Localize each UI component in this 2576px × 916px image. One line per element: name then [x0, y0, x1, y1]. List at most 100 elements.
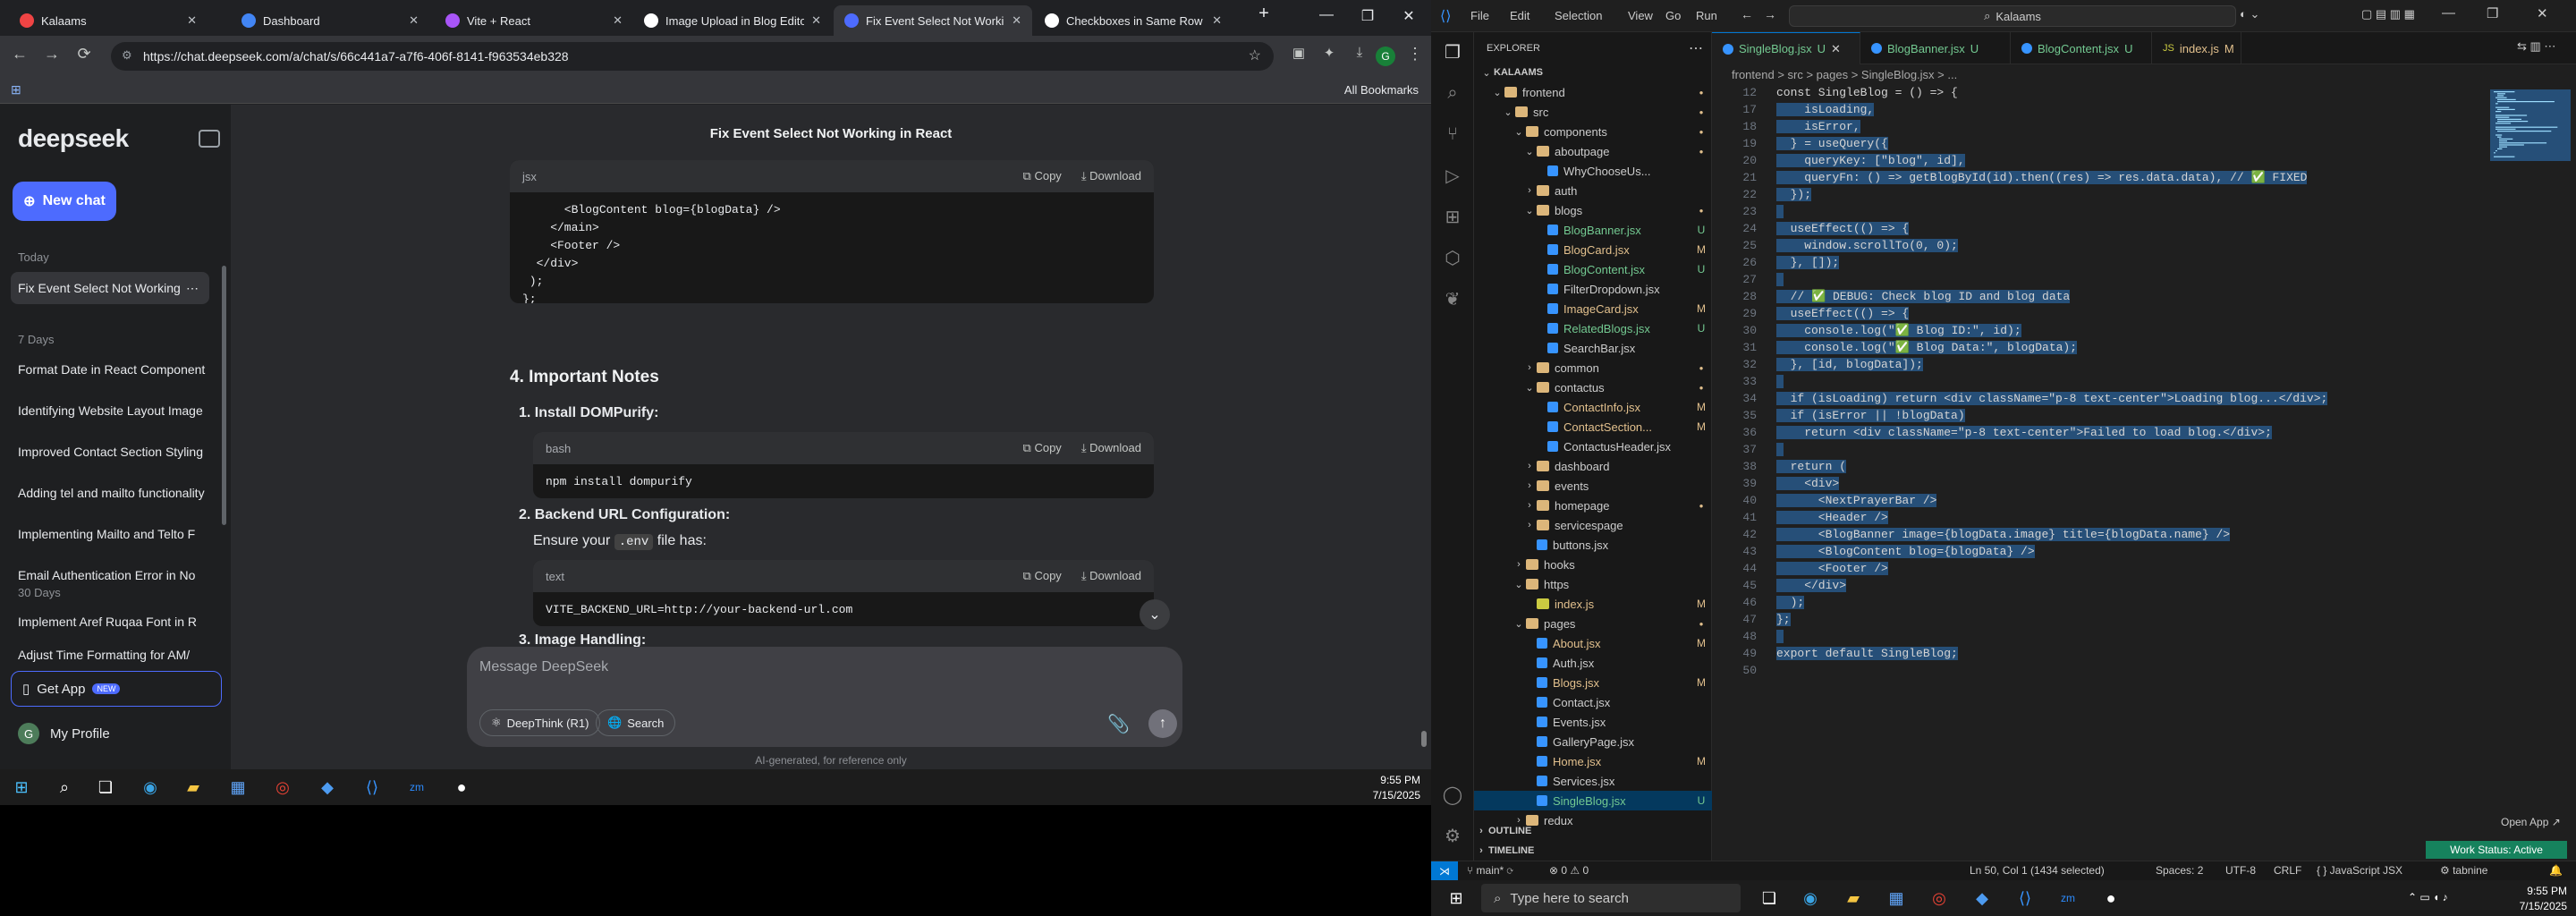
tree-file[interactable]: SearchBar.jsx — [1474, 338, 1712, 358]
chrome-menu-icon[interactable]: ⋮ — [1402, 45, 1428, 64]
source-control-icon[interactable]: ⑂ — [1442, 123, 1463, 145]
address-bar[interactable]: ⚙ https://chat.deepseek.com/a/chat/s/66c… — [111, 42, 1274, 71]
tree-file[interactable]: WhyChooseUs... — [1474, 161, 1712, 181]
forward-icon[interactable]: → — [39, 45, 64, 64]
back-icon[interactable]: ← — [7, 45, 32, 64]
browser-tab[interactable]: Kalaams ✕ — [9, 5, 208, 36]
open-app-link[interactable]: Open App ↗ — [2501, 816, 2561, 828]
menu-item[interactable]: Edit — [1510, 9, 1530, 22]
store-icon[interactable]: ▦ — [225, 775, 250, 800]
tree-folder[interactable]: › dashboard — [1474, 456, 1712, 476]
maximize-icon[interactable]: ❐ — [2487, 5, 2498, 21]
windows-start-icon[interactable]: ⊞ — [1444, 886, 1469, 911]
site-info-icon[interactable]: ⚙ — [122, 48, 132, 63]
download-button[interactable]: ⤓ Download — [1081, 169, 1141, 183]
sidebar-scrollbar[interactable] — [222, 266, 226, 525]
remote-explorer-icon[interactable]: ⬡ — [1442, 247, 1463, 268]
vscode-taskbar-icon[interactable]: ⟨⟩ — [2012, 886, 2038, 911]
app-icon[interactable]: ◆ — [1970, 886, 1995, 911]
history-item[interactable]: Format Date in React Component — [11, 353, 209, 386]
chrome-taskbar-icon[interactable]: ◎ — [270, 775, 295, 800]
back-icon[interactable]: ← — [1741, 7, 1753, 21]
browser-tab[interactable]: Vite + React ✕ — [435, 5, 633, 36]
get-app-button[interactable]: ▯ Get App NEW — [11, 671, 222, 707]
tree-folder[interactable]: ⌄ frontend ● — [1474, 82, 1712, 102]
extension-icon[interactable]: ▣ — [1286, 45, 1311, 61]
work-status-badge[interactable]: Work Status: Active — [2426, 841, 2567, 859]
send-button[interactable]: ↑ — [1148, 709, 1177, 738]
search-icon[interactable]: ⌕ — [1442, 82, 1463, 104]
tree-file[interactable]: BlogContent.jsx U — [1474, 259, 1712, 279]
copy-button[interactable]: ⧉ Copy — [1023, 169, 1062, 183]
download-icon[interactable]: ⤓ — [1347, 45, 1372, 60]
reload-icon[interactable]: ⟳ — [72, 45, 97, 64]
copy-button[interactable]: ⧉ Copy — [1023, 569, 1062, 583]
vscode-taskbar-icon[interactable]: ⟨⟩ — [360, 775, 385, 800]
tree-folder[interactable]: › servicespage — [1474, 515, 1712, 535]
extensions-puzzle-icon[interactable]: ✦ — [1317, 45, 1342, 61]
clock[interactable]: 9:55 PM 7/15/2025 — [2487, 884, 2567, 914]
editor-tab[interactable]: JS index.js M — [2152, 32, 2241, 64]
edge-icon[interactable]: ◉ — [138, 775, 163, 800]
taskbar-search[interactable]: ⌕ Type here to search — [1481, 884, 1741, 912]
run-debug-icon[interactable]: ▷ — [1442, 165, 1463, 186]
problems-count[interactable]: ⊗ 0 ⚠ 0 — [1549, 864, 1589, 877]
tab-close-icon[interactable]: ✕ — [409, 13, 419, 28]
minimize-icon[interactable]: — — [2442, 5, 2455, 21]
tab-close-icon[interactable]: ✕ — [811, 13, 821, 28]
edge-icon[interactable]: ◉ — [1798, 886, 1823, 911]
file-explorer-icon[interactable]: ▰ — [181, 775, 206, 800]
history-item[interactable]: Adjust Time Formatting for AM/ — [11, 639, 209, 671]
clock[interactable]: 9:55 PM 7/15/2025 — [1342, 773, 1420, 803]
search-button[interactable]: 🌐 Search — [596, 709, 676, 736]
history-item[interactable]: Identifying Website Layout Image — [11, 394, 209, 427]
tree-file[interactable]: Services.jsx — [1474, 771, 1712, 791]
download-button[interactable]: ⤓ Download — [1081, 569, 1141, 583]
zoom-icon[interactable]: zm — [2055, 886, 2080, 911]
new-tab-button[interactable]: + — [1243, 4, 1284, 24]
tree-file[interactable]: Auth.jsx — [1474, 653, 1712, 673]
notifications-icon[interactable]: 🔔 — [2549, 864, 2563, 877]
outline-section[interactable]: › OUTLINE — [1474, 821, 1712, 841]
chat-scrollbar-thumb[interactable] — [1421, 731, 1427, 747]
system-tray-icons[interactable]: ⌃ ▭ ◖ ♪ — [2408, 891, 2448, 903]
indentation[interactable]: Spaces: 2 — [2156, 864, 2203, 877]
minimap[interactable] — [2490, 84, 2571, 165]
menu-item[interactable]: Selection — [1555, 9, 1602, 22]
layout-icons[interactable]: ▢ ▤ ▥ ▦ — [2361, 7, 2415, 21]
tree-folder[interactable]: ⌄ https — [1474, 574, 1712, 594]
git-branch[interactable]: ⑂ main* ⟳ — [1467, 864, 1513, 877]
tree-folder[interactable]: › auth — [1474, 181, 1712, 200]
menu-item[interactable]: View — [1628, 9, 1653, 22]
forward-icon[interactable]: → — [1764, 7, 1776, 21]
my-profile-button[interactable]: G My Profile — [18, 723, 110, 744]
browser-tab[interactable]: Fix Event Select Not Working ✕ — [834, 5, 1032, 36]
account-icon[interactable]: ◯ — [1442, 784, 1463, 805]
tree-file[interactable]: BlogBanner.jsx U — [1474, 220, 1712, 240]
sidebar-collapse-icon[interactable] — [199, 130, 220, 148]
app-icon[interactable]: ◆ — [315, 775, 340, 800]
tree-file[interactable]: BlogCard.jsx M — [1474, 240, 1712, 259]
tab-close-icon[interactable]: ✕ — [1212, 13, 1222, 28]
tree-file[interactable]: ContactInfo.jsx M — [1474, 397, 1712, 417]
extensions-icon[interactable]: ⊞ — [1442, 206, 1463, 227]
menu-item[interactable]: Run — [1696, 9, 1717, 22]
more-actions-icon[interactable]: ⋯ — [1689, 39, 1703, 57]
scroll-down-button[interactable]: ⌄ — [1140, 599, 1170, 630]
tree-folder[interactable]: › homepage ● — [1474, 496, 1712, 515]
timeline-section[interactable]: › TIMELINE — [1474, 841, 1712, 861]
tree-file[interactable]: Home.jsx M — [1474, 751, 1712, 771]
tree-file[interactable]: Events.jsx — [1474, 712, 1712, 732]
app-icon-2[interactable]: ● — [2098, 886, 2123, 911]
search-icon[interactable]: ⌕ — [52, 775, 77, 800]
tab-close-icon[interactable]: ✕ — [1831, 42, 1841, 56]
attach-icon[interactable]: 📎 — [1107, 713, 1130, 735]
history-item[interactable]: Adding tel and mailto functionality — [11, 477, 209, 509]
tree-file[interactable]: buttons.jsx — [1474, 535, 1712, 555]
bookmark-star-icon[interactable]: ☆ — [1249, 47, 1261, 64]
new-chat-button[interactable]: ⊕ New chat — [13, 182, 116, 221]
menu-item[interactable]: File — [1470, 9, 1489, 22]
task-view-icon[interactable]: ❏ — [1757, 886, 1782, 911]
tree-file[interactable]: Contact.jsx — [1474, 692, 1712, 712]
apps-grid-icon[interactable]: ⊞ — [11, 82, 21, 98]
